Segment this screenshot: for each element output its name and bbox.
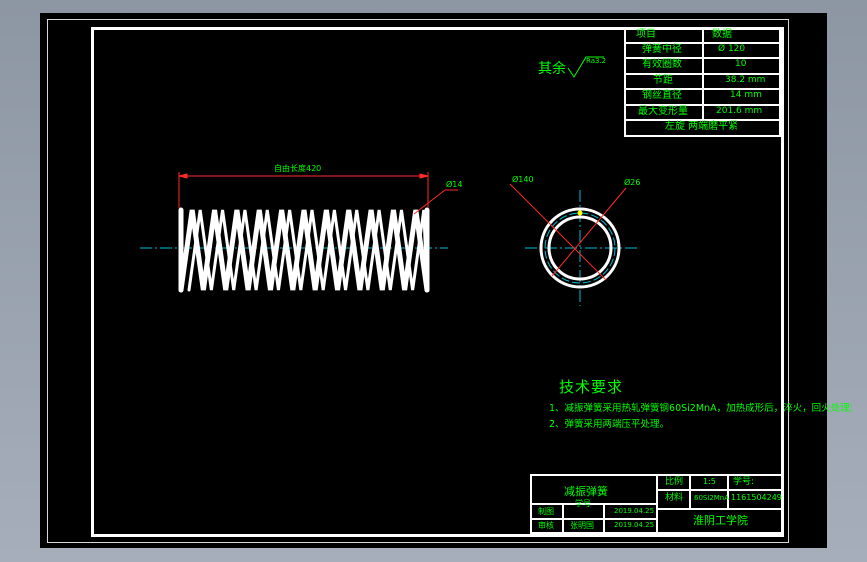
param-value-5: 201.6 mm [716,106,763,116]
param-label-5: 最大变形量 [638,106,688,117]
param-note: 左旋 两端磨平紧 [665,121,739,132]
param-label-4: 钢丝直径 [642,90,682,101]
param-value-4: 14 mm [730,90,762,100]
param-value-0: 数据 [712,29,732,40]
material-value: 60Si2MnA [694,494,730,502]
scale-value: 1:5 [703,477,716,486]
param-value-2: 10 [735,59,747,69]
param-value-3: 38.2 mm [725,75,766,85]
part-name: 减振弹簧 [564,485,608,498]
school-name: 淮阴工学院 [693,514,748,527]
checker-date: 2019.04.25 [614,521,655,529]
wire-center-mark [577,210,583,216]
param-label-2: 有效圈数 [642,59,682,70]
roughness-value: Ra3.2 [586,57,607,65]
designer-date: 2019.04.25 [614,507,655,515]
free-length-label: 自由长度420 [274,164,322,173]
scale-label: 比例 [665,477,684,487]
student-no: 1161504249 [731,493,782,502]
free-length-dimension [178,172,458,215]
material-label: 材料 [665,493,684,503]
checker-name: 张明国 [570,521,594,530]
diameter-leaders [509,183,627,281]
spring-coils [178,207,430,293]
tech-title: 技术要求 [559,378,624,396]
student-no-label: 学号: [733,477,755,487]
param-label-1: 弹簧中径 [642,44,682,55]
param-label-3: 节距 [653,75,673,86]
outer-dia-label: Ø140 [512,175,534,184]
tech-item-1: 1、减振弹簧采用热轧弹簧钢60Si2MnA，加热成形后，淬火，回火处理; [549,403,853,414]
inner-dia-label: Ø26 [624,178,641,187]
designer-label: 制图 [538,507,554,516]
param-value-1: Ø 120 [718,44,746,54]
param-label-0: 项目 [636,29,656,40]
roughness-prefix: 其余 [538,61,566,77]
tech-item-2: 2、弹簧采用两端压平处理。 [549,419,670,430]
wire-dia-label: Ø14 [446,180,463,189]
checker-label: 审核 [538,521,554,530]
drawing-label: 学号 [575,499,591,508]
